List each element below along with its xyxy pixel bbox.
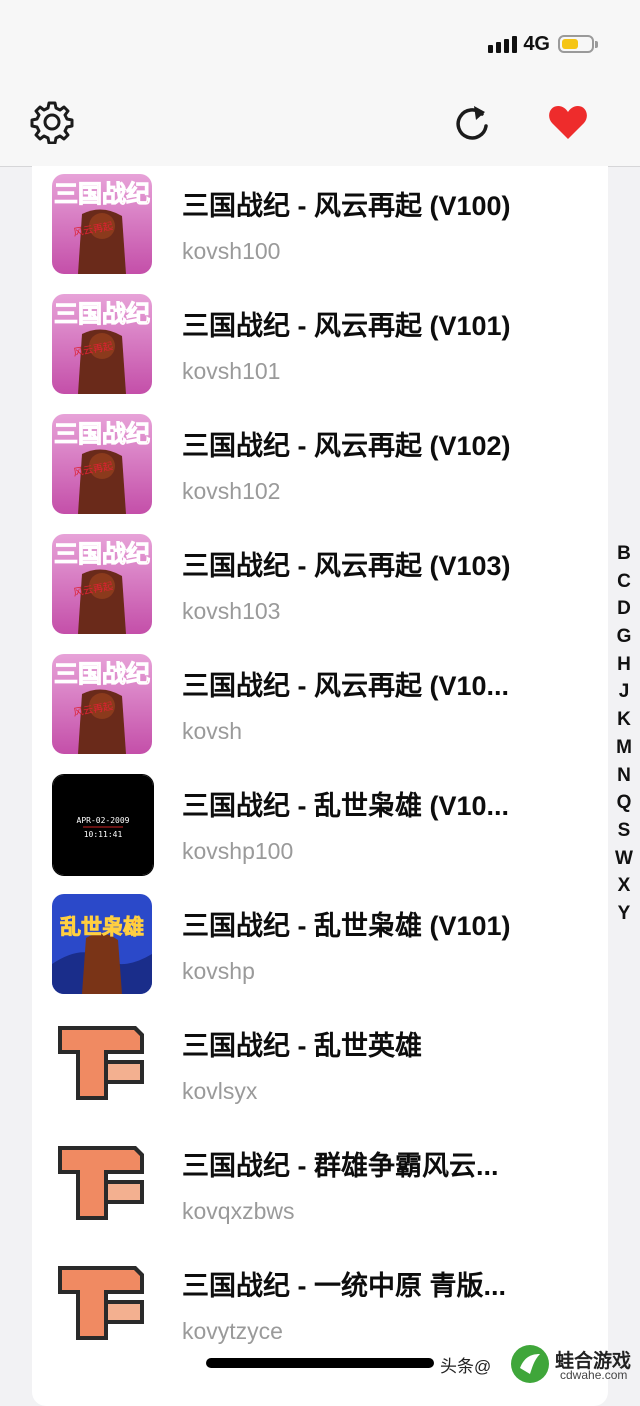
- game-thumbnail: [52, 1134, 152, 1234]
- index-letter[interactable]: N: [611, 762, 637, 790]
- refresh-button[interactable]: [448, 98, 496, 146]
- game-rom-name: kovlsyx: [182, 1078, 258, 1104]
- game-rom-name: kovsh101: [182, 358, 281, 384]
- game-title: 三国战纪 - 乱世英雄: [182, 1031, 422, 1061]
- game-rom-name: kovsh102: [182, 478, 281, 504]
- game-list-item[interactable]: 三国战纪 风云再起 三国战纪 - 风云再起 (V102) kovsh102: [32, 406, 608, 526]
- game-title: 三国战纪 - 群雄争霸风云...: [182, 1151, 499, 1181]
- thumb-date-text: APR-02-2009: [77, 816, 130, 825]
- top-navigation-bar: 4G: [0, 0, 640, 167]
- index-letter[interactable]: W: [611, 845, 637, 873]
- index-letter[interactable]: X: [611, 872, 637, 900]
- status-bar: 4G: [488, 30, 598, 58]
- thumb-logo-text: 三国战纪: [54, 540, 150, 568]
- thumb-logo-text: 三国战纪: [54, 660, 150, 688]
- game-list-item[interactable]: 三国战纪 风云再起 三国战纪 - 风云再起 (V103) kovsh103: [32, 526, 608, 646]
- game-title: 三国战纪 - 风云再起 (V101): [182, 311, 511, 341]
- game-rom-name: kovqxzbws: [182, 1198, 295, 1224]
- game-rom-name: kovsh103: [182, 598, 281, 624]
- alphabet-index[interactable]: BCDGHJKMNQSWXY: [611, 540, 637, 928]
- thumb-logo-text: 三国战纪: [54, 180, 150, 208]
- game-list-item[interactable]: 三国战纪 - 乱世英雄 kovlsyx: [32, 1006, 608, 1126]
- game-rom-name: kovsh: [182, 718, 243, 744]
- index-letter[interactable]: M: [611, 734, 637, 762]
- index-letter[interactable]: G: [611, 623, 637, 651]
- index-letter[interactable]: S: [611, 817, 637, 845]
- game-list-item[interactable]: 三国战纪 风云再起 三国战纪 - 风云再起 (V101) kovsh101: [32, 286, 608, 406]
- game-title: 三国战纪 - 乱世枭雄 (V101): [182, 911, 511, 941]
- game-thumbnail: 三国战纪 风云再起: [52, 414, 152, 514]
- game-title: 三国战纪 - 风云再起 (V103): [182, 551, 511, 581]
- settings-button[interactable]: [28, 98, 76, 146]
- game-rom-name: kovshp100: [182, 838, 294, 864]
- index-letter[interactable]: Q: [611, 789, 637, 817]
- index-letter[interactable]: B: [611, 540, 637, 568]
- game-list-item[interactable]: 三国战纪 - 群雄争霸风云... kovqxzbws: [32, 1126, 608, 1246]
- thumb-logo-text: 三国战纪: [54, 300, 150, 328]
- game-thumbnail: 乱世枭雄: [52, 894, 152, 994]
- game-thumbnail: [52, 1254, 152, 1354]
- watermark-url: cdwahe.com: [560, 1368, 628, 1382]
- refresh-icon: [456, 106, 488, 140]
- index-letter[interactable]: D: [611, 595, 637, 623]
- signal-icon: [488, 35, 518, 53]
- battery-icon: [558, 35, 598, 53]
- gear-icon: [30, 101, 74, 144]
- game-thumbnail: APR-02-2009 10:11:41: [52, 774, 154, 876]
- game-thumbnail: 三国战纪 风云再起: [52, 534, 152, 634]
- game-rom-name: kovytzyce: [182, 1318, 283, 1344]
- network-type: 4G: [523, 32, 550, 55]
- game-thumbnail: 三国战纪 风云再起: [52, 654, 152, 754]
- favorite-button[interactable]: [544, 98, 592, 146]
- watermark-text: 头条@: [440, 1357, 492, 1376]
- frog-logo-icon: [510, 1344, 550, 1389]
- game-thumbnail: 三国战纪 风云再起: [52, 294, 152, 394]
- game-list-item[interactable]: 乱世枭雄 三国战纪 - 乱世枭雄 (V101) kovshp: [32, 886, 608, 1006]
- game-rom-name: kovshp: [182, 958, 255, 984]
- index-letter[interactable]: H: [611, 651, 637, 679]
- index-letter[interactable]: Y: [611, 900, 637, 928]
- thumb-logo-text: 三国战纪: [54, 420, 150, 448]
- game-list-item[interactable]: 三国战纪 风云再起 三国战纪 - 风云再起 (V100) kovsh100: [32, 166, 608, 286]
- index-letter[interactable]: K: [611, 706, 637, 734]
- thumb-logo-text: 乱世枭雄: [60, 915, 144, 939]
- index-letter[interactable]: C: [611, 568, 637, 596]
- home-indicator[interactable]: [206, 1358, 434, 1368]
- game-list: 三国战纪 风云再起 三国战纪 - 风云再起 (V100) kovsh100 三国战纪 风云…: [32, 166, 608, 1406]
- game-rom-name: kovsh100: [182, 238, 281, 264]
- heart-icon: [549, 106, 587, 139]
- game-title: 三国战纪 - 乱世枭雄 (V10...: [182, 791, 510, 821]
- game-title: 三国战纪 - 风云再起 (V10...: [182, 671, 510, 701]
- game-thumbnail: 三国战纪 风云再起: [52, 174, 152, 274]
- game-title: 三国战纪 - 一统中原 青版...: [182, 1271, 506, 1301]
- game-thumbnail: [52, 1014, 152, 1114]
- game-title: 三国战纪 - 风云再起 (V100): [182, 191, 511, 221]
- game-list-item[interactable]: 三国战纪 风云再起 三国战纪 - 风云再起 (V10... kovsh: [32, 646, 608, 766]
- thumb-time-text: 10:11:41: [84, 830, 123, 839]
- game-list-item[interactable]: APR-02-2009 10:11:41 三国战纪 - 乱世枭雄 (V10... ko…: [32, 766, 608, 886]
- index-letter[interactable]: J: [611, 678, 637, 706]
- game-title: 三国战纪 - 风云再起 (V102): [182, 431, 511, 461]
